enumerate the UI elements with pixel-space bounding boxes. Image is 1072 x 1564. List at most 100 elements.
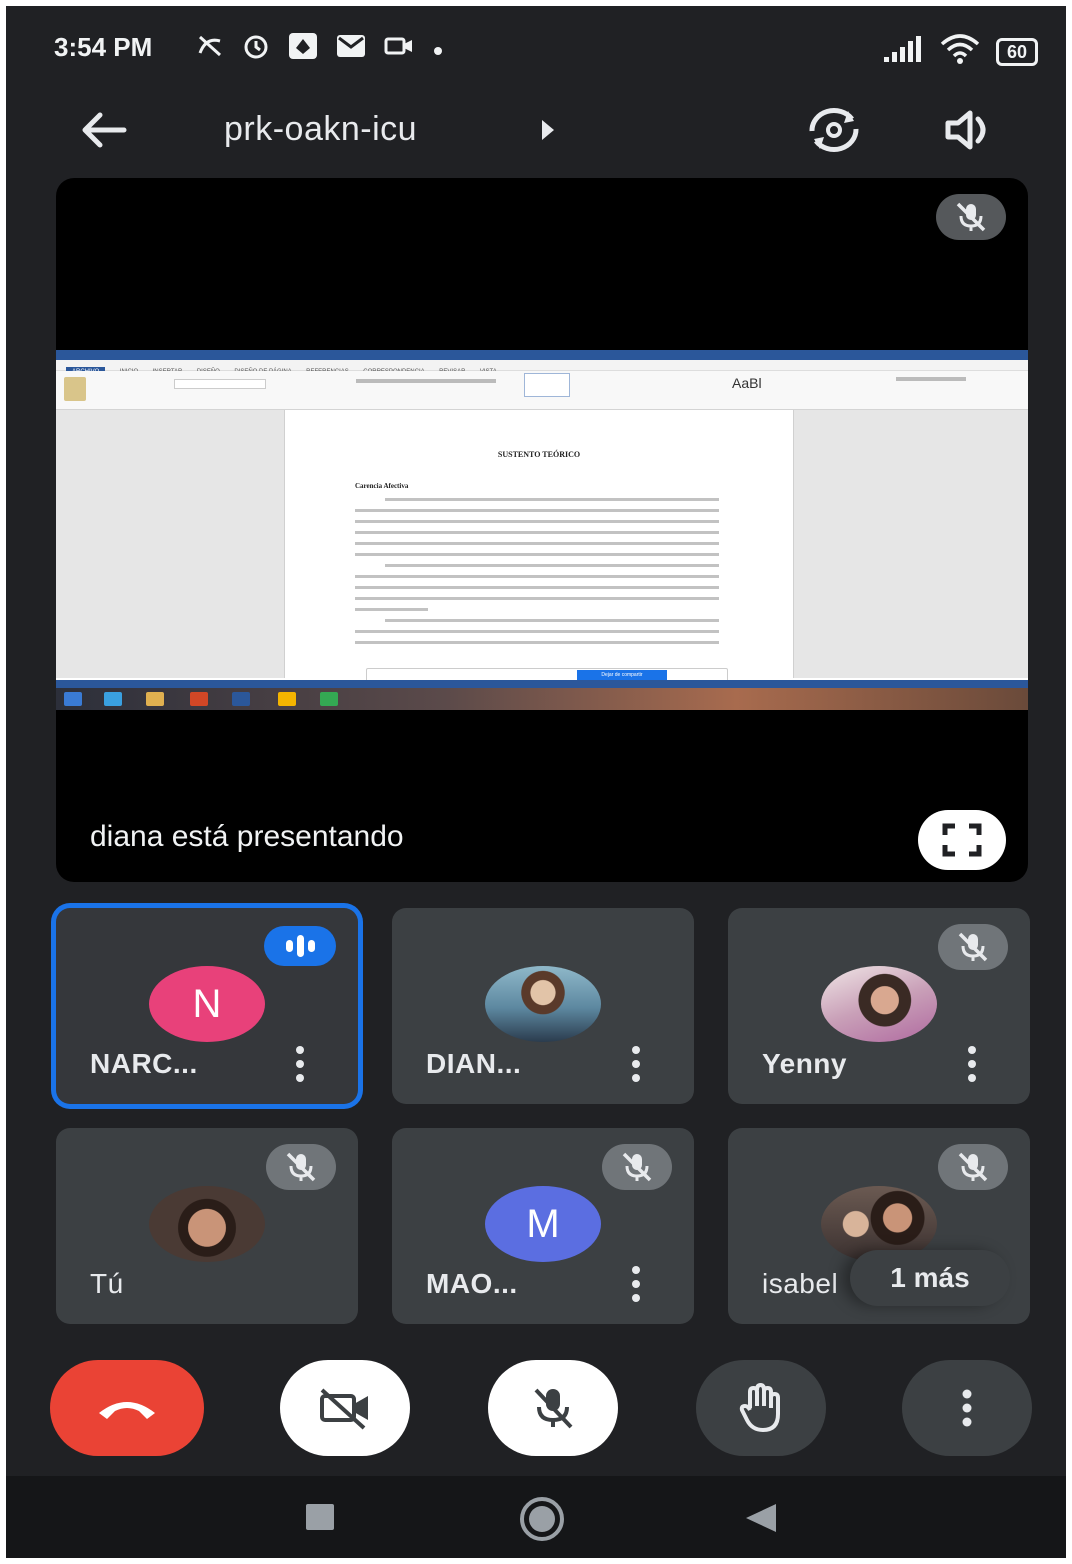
more-options-button[interactable] — [902, 1360, 1032, 1456]
avatar — [149, 1186, 265, 1262]
no-sync-icon — [196, 33, 224, 66]
muted-badge — [602, 1144, 672, 1190]
participant-menu-button[interactable] — [628, 1046, 644, 1082]
muted-badge — [938, 1144, 1008, 1190]
more-participants-button[interactable]: 1 más — [850, 1250, 1010, 1306]
participant-menu-button[interactable] — [964, 1046, 980, 1082]
style-normal — [524, 373, 570, 397]
browser-icon — [104, 692, 122, 706]
avatar: N — [149, 966, 265, 1042]
folder-icon — [146, 692, 164, 706]
mic-off-icon — [622, 1152, 652, 1182]
style-title: AaBl — [732, 375, 762, 391]
back-arrow-icon — [82, 112, 127, 148]
speaking-indicator — [264, 926, 336, 966]
alarm-icon — [242, 32, 270, 67]
meeting-code[interactable]: prk-oakn-icu — [224, 110, 417, 149]
mic-off-icon — [286, 1152, 316, 1182]
gmail-icon — [336, 34, 366, 65]
participant-tile-self[interactable]: Tú — [56, 1128, 358, 1324]
presenter-muted-badge — [936, 194, 1006, 240]
paste-icon — [64, 377, 86, 401]
word-title-bar — [56, 350, 1028, 360]
chrome-alt-icon — [320, 692, 338, 706]
wifi-icon — [940, 34, 980, 69]
participant-tile-mao[interactable]: M MAO... — [392, 1128, 694, 1324]
dot-icon — [432, 36, 444, 64]
document-page: SUSTENTO TEÓRICO Carencia Afectiva — [284, 410, 794, 678]
participant-name: MAO... — [426, 1268, 518, 1299]
document-area: SUSTENTO TEÓRICO Carencia Afectiva — [56, 410, 1028, 678]
signal-icon — [882, 35, 924, 68]
circle-icon — [520, 1497, 564, 1541]
paragraph-controls — [356, 379, 496, 383]
status-bar: 3:54 PM 60 — [6, 6, 1066, 90]
doc-heading: SUSTENTO TEÓRICO — [497, 450, 581, 459]
triangle-back-icon — [746, 1504, 776, 1532]
switch-camera-icon — [809, 108, 859, 152]
status-icons — [196, 32, 444, 67]
word-status-bar — [56, 680, 1028, 688]
stop-sharing-button: Dejar de compartir — [577, 670, 667, 680]
end-call-button[interactable] — [50, 1360, 204, 1456]
switch-camera-button[interactable] — [804, 100, 864, 160]
more-options-icon — [962, 1389, 972, 1427]
participant-name: Tú — [90, 1268, 124, 1299]
speaker-icon — [945, 110, 986, 150]
muted-badge — [266, 1144, 336, 1190]
participant-menu-button[interactable] — [292, 1046, 308, 1082]
camera-toggle-button[interactable] — [280, 1360, 410, 1456]
back-nav-button[interactable] — [744, 1502, 778, 1539]
raise-hand-button[interactable] — [696, 1360, 826, 1456]
avatar — [485, 966, 601, 1042]
windows-taskbar — [56, 688, 1028, 710]
square-icon — [306, 1504, 334, 1530]
app-icon — [288, 32, 318, 67]
fullscreen-button[interactable] — [918, 810, 1006, 870]
participant-name: Yenny — [762, 1048, 847, 1079]
recents-button[interactable] — [304, 1502, 336, 1537]
font-selector — [174, 379, 266, 389]
end-call-icon — [99, 1402, 155, 1419]
meet-header: prk-oakn-icu — [6, 90, 1066, 170]
editing-controls — [896, 377, 966, 381]
home-button[interactable] — [518, 1496, 566, 1547]
powerpoint-icon — [190, 692, 208, 706]
presenter-label: diana está presentando — [90, 820, 404, 853]
participant-menu-button[interactable] — [628, 1266, 644, 1302]
meeting-info-arrow-icon[interactable] — [542, 120, 554, 140]
windows-start-icon — [64, 692, 82, 706]
doc-body-text — [355, 498, 719, 652]
participant-name: DIAN... — [426, 1048, 522, 1079]
word-tabs: ARCHIVO INICIO INSERTAR DISEÑO DISEÑO DE… — [56, 360, 1028, 377]
raise-hand-icon — [739, 1383, 780, 1432]
presentation-view[interactable]: ARCHIVO INICIO INSERTAR DISEÑO DISEÑO DE… — [56, 178, 1028, 882]
word-icon — [232, 692, 250, 706]
fullscreen-icon — [942, 823, 982, 857]
muted-badge — [938, 924, 1008, 970]
participant-tile-isabel[interactable]: isabel 1 más — [728, 1128, 1030, 1324]
status-time: 3:54 PM — [54, 32, 153, 62]
mic-off-icon — [534, 1388, 573, 1429]
word-ribbon: AaBl — [56, 371, 1028, 410]
back-button[interactable] — [76, 102, 132, 158]
mic-off-icon — [958, 932, 988, 962]
camera-off-icon — [320, 1388, 368, 1430]
mic-off-icon — [956, 202, 986, 232]
meet-call-screen: 3:54 PM 60 prk-oakn-icu AaBl SUSTENTO TE… — [6, 6, 1066, 1558]
camera-icon — [384, 34, 414, 65]
doc-subheading: Carencia Afectiva — [355, 482, 409, 490]
android-nav-bar — [6, 1476, 1066, 1558]
participant-tile-dian[interactable]: DIAN... — [392, 908, 694, 1104]
participant-tile-narc[interactable]: N NARC... — [56, 908, 358, 1104]
audio-output-button[interactable] — [938, 100, 998, 160]
battery-icon: 60 — [995, 37, 1038, 66]
participant-tile-yenny[interactable]: Yenny — [728, 908, 1030, 1104]
mic-toggle-button[interactable] — [488, 1360, 618, 1456]
shared-screen: ARCHIVO INICIO INSERTAR DISEÑO DISEÑO DE… — [56, 350, 1028, 710]
avatar: M — [485, 1186, 601, 1262]
participant-name: NARC... — [90, 1048, 198, 1079]
mic-off-icon — [958, 1152, 988, 1182]
chrome-icon — [278, 692, 296, 706]
avatar — [821, 966, 937, 1042]
